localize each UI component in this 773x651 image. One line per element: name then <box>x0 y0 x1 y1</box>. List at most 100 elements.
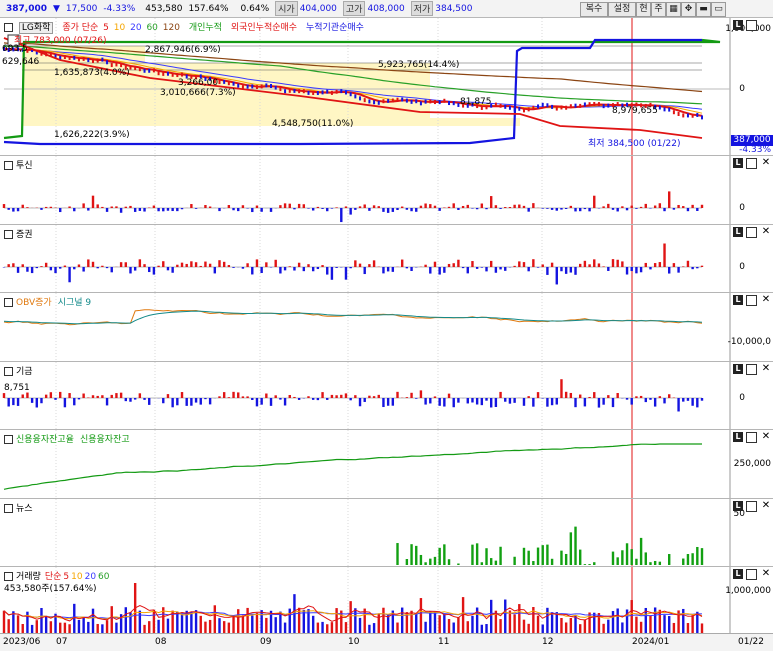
pane-checkbox-icon[interactable] <box>4 230 13 239</box>
settings-button[interactable]: 설정 <box>608 2 636 17</box>
pension-bars <box>0 362 773 429</box>
pane-maximize-icon[interactable] <box>746 20 757 31</box>
volume-bar <box>537 616 539 633</box>
pane-close-icon[interactable]: ✕ <box>761 295 771 305</box>
pane-maximize-icon[interactable] <box>746 295 757 306</box>
pane-close-icon[interactable]: ✕ <box>761 364 771 374</box>
pane-lock-icon[interactable]: L <box>733 158 743 168</box>
volume-bar <box>284 623 286 633</box>
pane-checkbox-icon[interactable] <box>4 572 13 581</box>
flow-bar <box>682 266 684 267</box>
pane-checkbox-icon[interactable] <box>4 298 13 307</box>
candle <box>111 63 113 67</box>
open-price: 404,000 <box>300 4 337 14</box>
candle <box>434 100 436 104</box>
pane-maximize-icon[interactable] <box>746 569 757 580</box>
pane-checkbox-icon[interactable] <box>4 435 13 444</box>
securities-bars <box>0 225 773 292</box>
candle <box>378 101 380 105</box>
flow-bar <box>677 267 679 273</box>
pane-lock-icon[interactable]: L <box>733 501 743 511</box>
flow-bar <box>232 267 234 268</box>
flow-bar <box>607 395 609 398</box>
pane-close-icon[interactable]: ✕ <box>761 158 771 168</box>
flow-bar <box>481 398 483 405</box>
flow-bar <box>560 267 562 271</box>
pane-maximize-icon[interactable] <box>746 501 757 512</box>
grid-icon[interactable]: ▦ <box>666 2 681 17</box>
pane-lock-icon[interactable]: L <box>733 295 743 305</box>
obv-pane[interactable]: OBV증가시그널 9 -10,000,0 L ✕ <box>0 293 773 362</box>
securities-title: 증권 <box>16 230 33 240</box>
pane-checkbox-icon[interactable] <box>4 161 13 170</box>
pane-checkbox-icon[interactable] <box>4 23 13 32</box>
fund-bars <box>0 156 773 224</box>
pane-lock-icon[interactable]: L <box>733 569 743 579</box>
volume-pane[interactable]: 거래량단순5102060 453,580주(157.64%) 1,000,000… <box>0 567 773 633</box>
pane-lock-icon[interactable]: L <box>733 364 743 374</box>
volume-bar <box>429 612 431 633</box>
price-pane[interactable]: LG화학 종가 단순 5 10 20 60 120 개인누적 외국인누적순매수 … <box>0 18 773 156</box>
pane-checkbox-icon[interactable] <box>4 367 13 376</box>
flow-bar <box>378 206 380 208</box>
move-icon[interactable]: ✥ <box>681 2 696 17</box>
volume-bar <box>570 618 572 633</box>
volume-bar <box>396 623 398 633</box>
pane-maximize-icon[interactable] <box>746 432 757 443</box>
pension-pane[interactable]: 기금 8,751 0 L ✕ <box>0 362 773 430</box>
flow-bar <box>129 206 131 208</box>
pane-maximize-icon[interactable] <box>746 158 757 169</box>
legend-foreign: 외국인누적순매수 <box>231 23 297 33</box>
news-bar <box>635 559 637 565</box>
volume-bar <box>420 598 422 633</box>
credit-pane[interactable]: 신용융자잔고율신용융자잔고 250,000 L ✕ <box>0 430 773 499</box>
pane-close-icon[interactable]: ✕ <box>761 501 771 511</box>
pane-lock-icon[interactable]: L <box>733 20 743 30</box>
current-button[interactable]: 현 <box>636 2 651 17</box>
volume-bar <box>368 625 370 633</box>
flow-bar <box>228 265 230 267</box>
candle <box>575 104 577 108</box>
candle <box>120 63 122 67</box>
flow-bar <box>54 267 56 273</box>
flow-bar <box>17 267 19 273</box>
flow-bar <box>251 398 253 400</box>
pane-maximize-icon[interactable] <box>746 227 757 238</box>
price-change: 17,500 <box>66 4 98 14</box>
multi-button[interactable]: 복수 <box>580 2 608 17</box>
flow-bar <box>448 394 450 398</box>
candle <box>420 101 422 105</box>
volume-bar <box>228 623 230 633</box>
volume-bar <box>45 617 47 633</box>
pane-checkbox-icon[interactable] <box>4 504 13 513</box>
flow-bar <box>82 394 84 398</box>
volume-bar <box>78 620 80 633</box>
fund-pane[interactable]: 투신 0 L ✕ <box>0 156 773 225</box>
flow-bar <box>448 207 450 208</box>
pane-lock-icon[interactable]: L <box>733 432 743 442</box>
pane-close-icon[interactable]: ✕ <box>761 569 771 579</box>
flow-bar <box>87 259 89 267</box>
flow-bar <box>631 398 633 405</box>
flow-bar <box>87 208 89 211</box>
low-label: 저가 <box>411 1 434 16</box>
pane-close-icon[interactable]: ✕ <box>761 227 771 237</box>
pane-close-icon[interactable]: ✕ <box>761 432 771 442</box>
volume-bar <box>26 612 28 633</box>
flow-bar <box>45 263 47 267</box>
minimize-icon[interactable]: ▬ <box>696 2 711 17</box>
securities-pane[interactable]: 증권 0 L ✕ <box>0 225 773 293</box>
news-bar <box>551 559 553 565</box>
pane-maximize-icon[interactable] <box>746 364 757 375</box>
news-pane[interactable]: 뉴스 50 L ✕ <box>0 499 773 567</box>
flow-bar <box>125 398 127 401</box>
candle <box>167 72 169 76</box>
pane-lock-icon[interactable]: L <box>733 227 743 237</box>
flow-bar <box>542 208 544 209</box>
flow-bar <box>527 267 529 271</box>
restore-icon[interactable]: ▭ <box>711 2 726 17</box>
weekly-button[interactable]: 주 <box>651 2 666 17</box>
flow-bar <box>471 261 473 267</box>
open-label: 시가 <box>275 1 298 16</box>
volume-bar <box>303 610 305 633</box>
